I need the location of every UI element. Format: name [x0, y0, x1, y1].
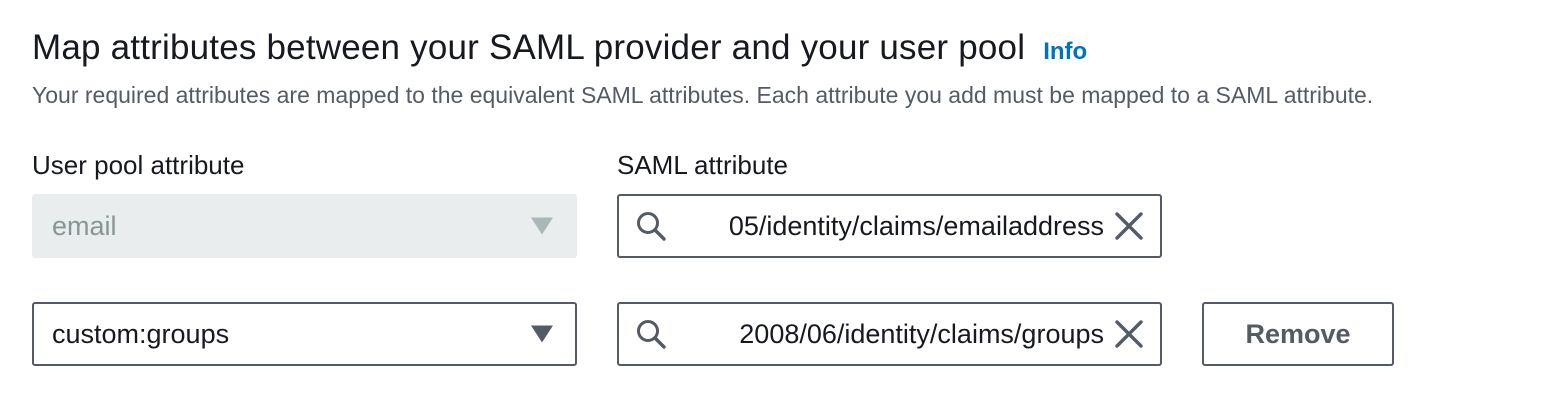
caret-down-icon: [531, 217, 553, 235]
saml-attribute-label: SAML attribute: [617, 150, 789, 180]
close-icon[interactable]: [1114, 319, 1144, 349]
section-title: Map attributes between your SAML provide…: [32, 28, 1026, 67]
attribute-mapping-section: Map attributes between your SAML provide…: [0, 0, 1552, 394]
user-pool-attribute-select-groups[interactable]: custom:groups: [32, 302, 577, 366]
saml-attribute-value[interactable]: 05/identity/claims/emailaddress: [681, 211, 1104, 242]
saml-attribute-input-groups[interactable]: 2008/06/identity/claims/groups: [617, 302, 1162, 366]
close-icon[interactable]: [1114, 211, 1144, 241]
select-value: email: [52, 210, 117, 241]
info-link[interactable]: Info: [1043, 38, 1087, 66]
search-icon: [637, 320, 666, 349]
caret-down-icon: [531, 325, 553, 343]
remove-button[interactable]: Remove: [1202, 302, 1394, 366]
section-header: Map attributes between your SAML provide…: [32, 28, 1087, 68]
user-pool-attribute-select-email: email: [32, 194, 577, 258]
section-description: Your required attributes are mapped to t…: [32, 82, 1374, 108]
search-icon: [637, 212, 666, 241]
select-value: custom:groups: [52, 318, 230, 349]
saml-attribute-value[interactable]: 2008/06/identity/claims/groups: [681, 319, 1104, 350]
user-pool-attribute-label: User pool attribute: [32, 150, 245, 180]
saml-attribute-input-email[interactable]: 05/identity/claims/emailaddress: [617, 194, 1162, 258]
